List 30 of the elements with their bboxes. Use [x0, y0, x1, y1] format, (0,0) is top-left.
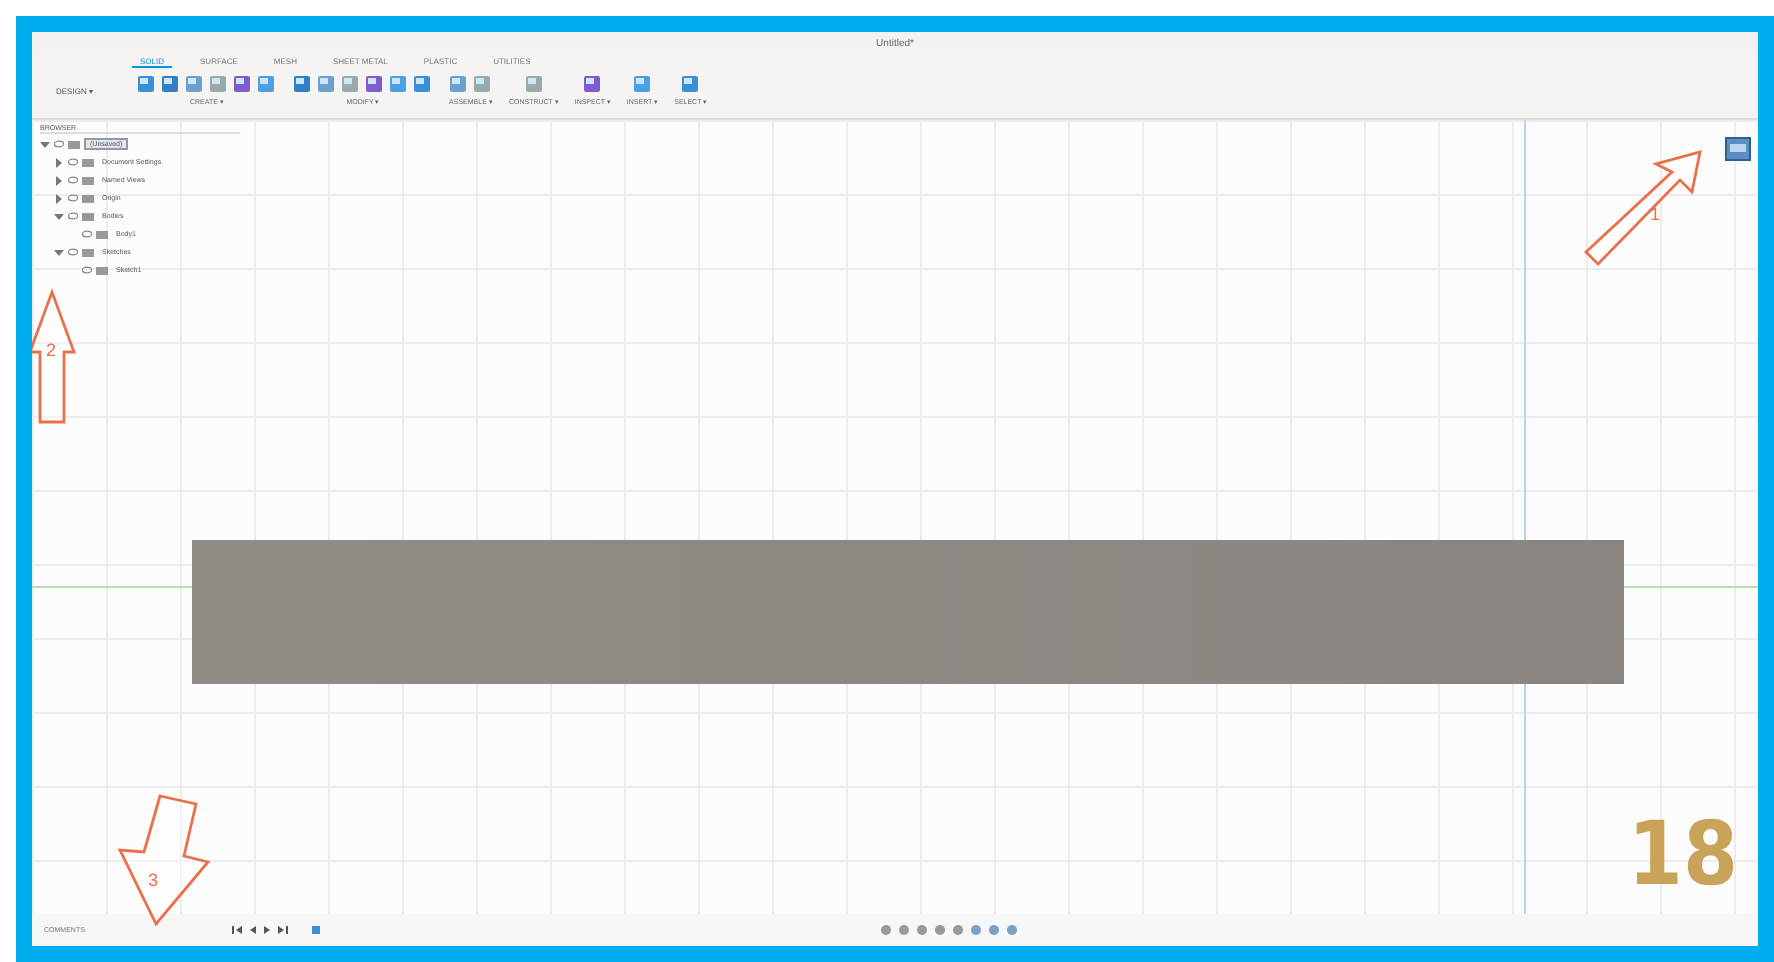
- tool-icon[interactable]: [412, 74, 433, 94]
- collapsed-caret-icon[interactable]: [54, 157, 64, 167]
- tool-icon[interactable]: [523, 74, 544, 94]
- collapsed-caret-icon[interactable]: [54, 193, 64, 203]
- callout-number: 3: [148, 870, 159, 890]
- tool-icon[interactable]: [448, 74, 469, 94]
- page-number: 18: [1627, 804, 1738, 906]
- expanded-caret-icon[interactable]: [40, 139, 50, 149]
- tool-icon[interactable]: [680, 74, 701, 94]
- tool-icon[interactable]: [472, 74, 493, 94]
- tool-icon[interactable]: [364, 74, 385, 94]
- tool-icon[interactable]: [136, 74, 157, 94]
- collapsed-caret-icon[interactable]: [54, 175, 64, 185]
- tool-icon[interactable]: [208, 74, 229, 94]
- tool-icon[interactable]: [340, 74, 361, 94]
- tool-icon[interactable]: [582, 74, 603, 94]
- tool-icon[interactable]: [232, 74, 253, 94]
- tool-icon[interactable]: [292, 74, 313, 94]
- expanded-caret-icon[interactable]: [54, 247, 64, 257]
- expanded-caret-icon[interactable]: [54, 211, 64, 221]
- tool-icon[interactable]: [388, 74, 409, 94]
- tool-icon[interactable]: [184, 74, 205, 94]
- view-cube-icon[interactable]: [1722, 132, 1754, 164]
- callout-number: 1: [1650, 204, 1661, 224]
- tool-icon[interactable]: [316, 74, 337, 94]
- navigation-toolbar-icon[interactable]: [880, 924, 1020, 936]
- tool-icon[interactable]: [632, 74, 653, 94]
- tool-icon[interactable]: [160, 74, 181, 94]
- callout-number: 2: [46, 340, 57, 360]
- tool-icon[interactable]: [256, 74, 277, 94]
